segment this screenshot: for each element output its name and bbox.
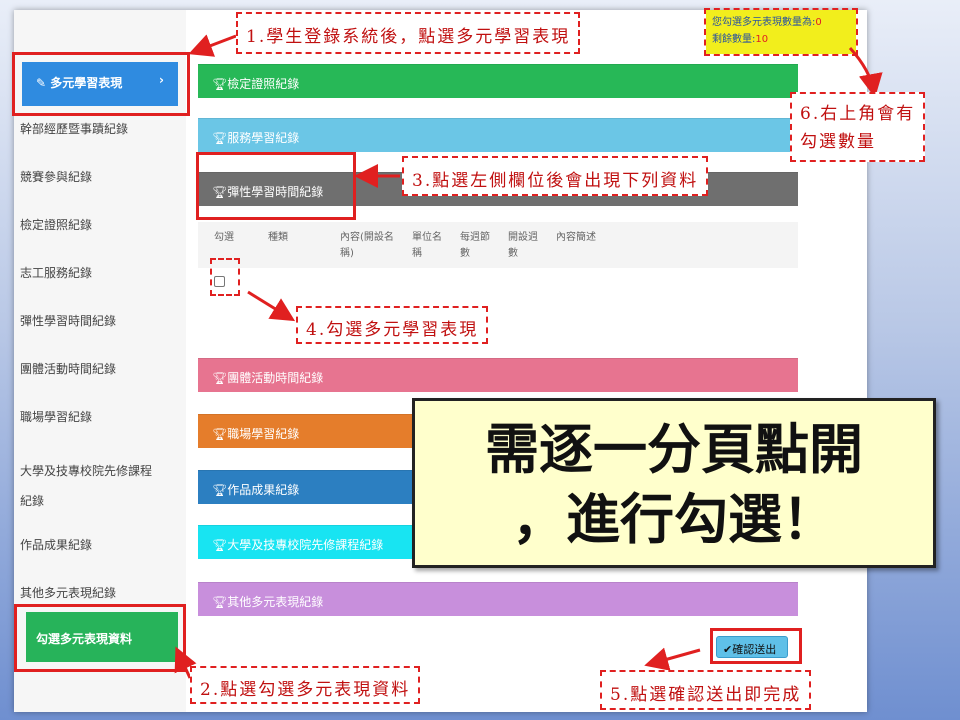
callout-step-6: 6.右上角會有 勾選數量 (790, 92, 926, 162)
notice-line-2: ，進行勾選！ (512, 488, 836, 551)
callout-step-3: 3.點選左側欄位後會出現下列資料 (402, 156, 709, 196)
callout-step-6-line2: 勾選數量 (800, 132, 876, 152)
arrow-5 (644, 647, 701, 671)
callout-step-5: 5.點選確認送出即完成 (600, 670, 812, 710)
arrow-4 (247, 290, 296, 322)
callout-step-1: 1.學生登錄系統後，點選多元學習表現 (236, 12, 581, 54)
notice-box: 需逐一分頁點開 ，進行勾選！ (412, 398, 936, 568)
arrow-2 (174, 646, 197, 679)
callout-step-4: 4.勾選多元學習表現 (296, 306, 489, 344)
arrow-6 (848, 46, 883, 98)
callout-step-6-line1: 6.右上角會有 (800, 104, 916, 124)
callout-step-2: 2.點選勾選多元表現資料 (190, 666, 421, 704)
arrow-1 (188, 34, 237, 57)
notice-line-1: 需逐一分頁點開 (485, 418, 863, 481)
